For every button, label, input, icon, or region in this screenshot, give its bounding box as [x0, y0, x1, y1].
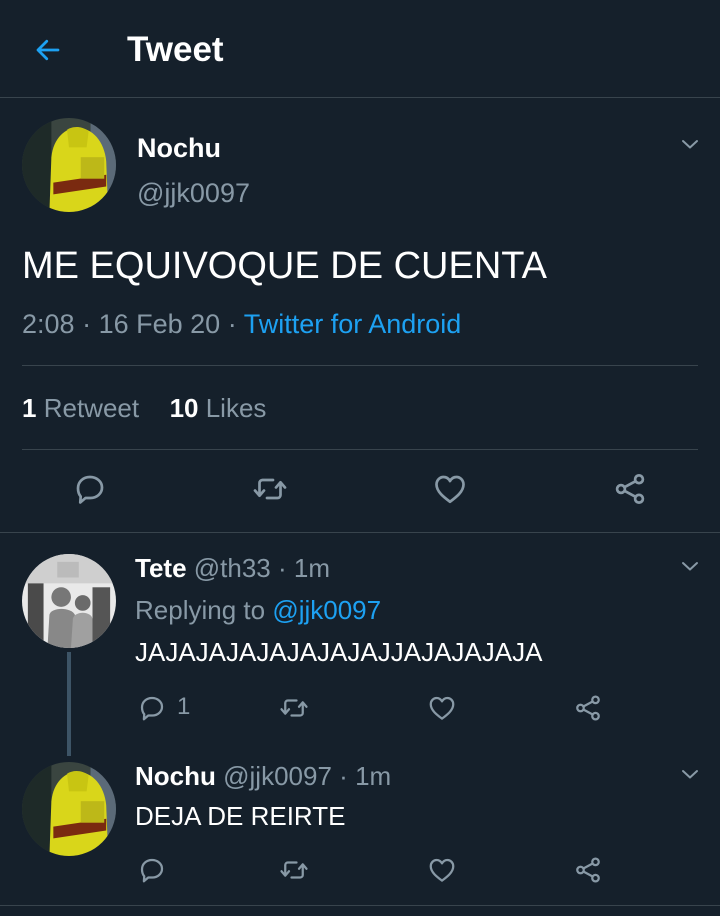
- divider: [22, 449, 698, 450]
- share-button[interactable]: [610, 469, 650, 509]
- like-count: 10: [169, 393, 199, 423]
- reply-button[interactable]: [70, 469, 110, 509]
- like-button[interactable]: [424, 690, 460, 726]
- divider: [22, 365, 698, 366]
- meta-separator: ·: [339, 761, 348, 791]
- tweet-text: ME EQUIVOQUE DE CUENTA: [22, 245, 548, 287]
- share-button[interactable]: [570, 852, 606, 888]
- retweet-icon: [252, 471, 288, 507]
- author-handle[interactable]: @jjk0097: [223, 761, 332, 791]
- retweet-icon: [279, 693, 309, 723]
- page-title: Tweet: [127, 30, 224, 69]
- meta-separator: ·: [278, 553, 287, 583]
- author-name[interactable]: Tete: [135, 553, 187, 583]
- meta-separator: ·: [82, 309, 92, 339]
- author-name[interactable]: Nochu: [135, 761, 216, 791]
- like-button[interactable]: [424, 852, 460, 888]
- retweets-stat[interactable]: 1 Retweet: [22, 393, 139, 423]
- retweet-button[interactable]: [250, 469, 290, 509]
- tweet-time: 2:08: [22, 309, 75, 339]
- meta-separator: ·: [227, 309, 237, 339]
- reply-text: DEJA DE REIRTE: [135, 801, 346, 831]
- reply-text: JAJAJAJAJAJAJAJAJJAJAJAJAJA: [135, 637, 543, 667]
- divider: [0, 532, 720, 533]
- heart-icon: [432, 471, 468, 507]
- more-options-button[interactable]: [678, 762, 702, 786]
- arrow-left-icon: [36, 39, 60, 61]
- author-handle[interactable]: @th33: [194, 553, 271, 583]
- reply-time: 1m: [293, 553, 331, 583]
- tweet-date: 16 Feb 20: [98, 309, 221, 339]
- likes-stat[interactable]: 10 Likes: [170, 393, 267, 423]
- chevron-down-icon: [678, 554, 702, 578]
- replying-label: Replying to: [135, 595, 266, 625]
- replying-handle-link[interactable]: @jjk0097: [272, 595, 381, 625]
- more-options-button[interactable]: [678, 132, 702, 156]
- top-bar: Tweet: [0, 0, 720, 98]
- reply-count: 1: [177, 693, 191, 720]
- reply-time: 1m: [355, 761, 392, 791]
- reply-header: Tete @th33 · 1m: [135, 552, 330, 584]
- retweet-button[interactable]: [276, 852, 312, 888]
- more-options-button[interactable]: [678, 554, 702, 578]
- reply-icon: [137, 693, 167, 723]
- tweet-meta: 2:08 · 16 Feb 20 · Twitter for Android: [22, 308, 461, 340]
- chevron-down-icon: [678, 132, 702, 156]
- share-icon: [573, 855, 603, 885]
- avatar[interactable]: [22, 762, 116, 856]
- share-icon: [612, 471, 648, 507]
- avatar[interactable]: [22, 554, 116, 648]
- reply-button[interactable]: [134, 852, 170, 888]
- retweet-label: Retweet: [43, 393, 140, 423]
- heart-icon: [427, 855, 457, 885]
- author-name[interactable]: Nochu: [137, 132, 221, 164]
- heart-icon: [427, 693, 457, 723]
- tweet-stats: 1 Retweet 10 Likes: [22, 392, 266, 424]
- like-label: Likes: [205, 393, 267, 423]
- retweet-button[interactable]: [276, 690, 312, 726]
- divider: [0, 905, 720, 906]
- share-icon: [573, 693, 603, 723]
- reply-button[interactable]: [134, 690, 170, 726]
- thread-line: [67, 652, 71, 756]
- retweet-icon: [279, 855, 309, 885]
- avatar[interactable]: [22, 118, 116, 212]
- chevron-down-icon: [678, 762, 702, 786]
- replying-to: Replying to @jjk0097: [135, 594, 381, 626]
- tweet-client-link[interactable]: Twitter for Android: [244, 309, 462, 339]
- like-button[interactable]: [430, 469, 470, 509]
- back-button[interactable]: [30, 32, 66, 68]
- retweet-count: 1: [22, 393, 37, 423]
- reply-header: Nochu @jjk0097 · 1m: [135, 760, 391, 792]
- author-handle[interactable]: @jjk0097: [137, 177, 250, 209]
- reply-icon: [72, 471, 108, 507]
- share-button[interactable]: [570, 690, 606, 726]
- reply-icon: [137, 855, 167, 885]
